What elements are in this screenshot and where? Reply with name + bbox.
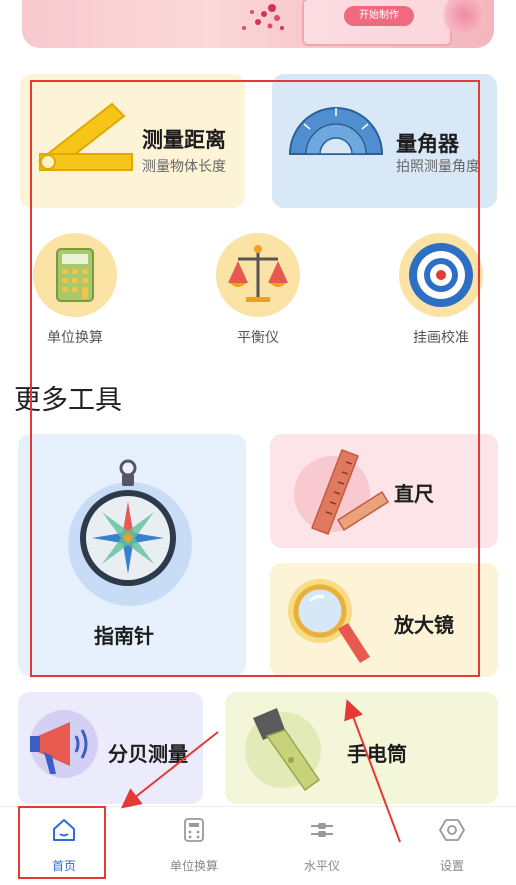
- decibel-card[interactable]: 分贝测量: [18, 692, 203, 804]
- nav-level[interactable]: 水平仪: [272, 817, 372, 874]
- nav-label: 单位换算: [169, 859, 218, 873]
- nav-label: 设置: [439, 859, 464, 873]
- nav-label: 水平仪: [303, 859, 340, 873]
- calculator-icon: [184, 818, 204, 842]
- settings-icon: [439, 819, 465, 841]
- flower-decoration: [442, 0, 488, 38]
- flashlight-icon: [245, 708, 321, 792]
- annotation-box-home: [18, 806, 106, 879]
- petals-decoration: [242, 4, 284, 30]
- megaphone-icon: [30, 710, 98, 778]
- level-icon: [311, 823, 333, 837]
- flashlight-card[interactable]: 手电筒: [225, 692, 498, 804]
- tile-label: 分贝测量: [108, 742, 188, 766]
- nav-settings[interactable]: 设置: [402, 817, 502, 874]
- annotation-box-tools: [30, 80, 480, 677]
- nav-unit-convert[interactable]: 单位换算: [144, 817, 244, 874]
- tile-label: 手电筒: [347, 742, 407, 766]
- promo-banner[interactable]: 开始制作: [22, 0, 494, 48]
- start-making-button[interactable]: 开始制作: [344, 6, 414, 26]
